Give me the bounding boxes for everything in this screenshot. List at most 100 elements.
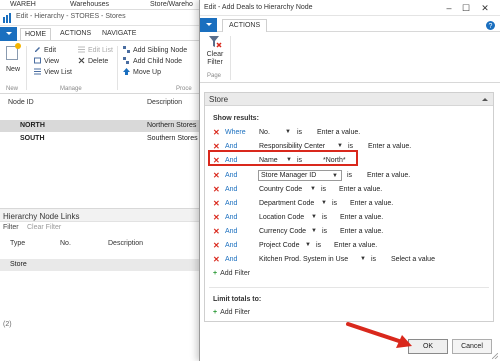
close-icon[interactable]: ✕ (478, 2, 492, 14)
add-sibling-node-button[interactable]: Add Sibling Node (123, 46, 187, 54)
filter-field[interactable]: Department Code (259, 200, 314, 207)
edit-list-button[interactable]: Edit List (78, 46, 113, 54)
filter-field[interactable]: Store Manager ID ▼ (258, 170, 342, 181)
add-sibling-icon (123, 46, 130, 53)
chevron-down-icon[interactable]: ▼ (311, 214, 317, 220)
filter-operator[interactable]: And (225, 228, 237, 235)
view-list-button[interactable]: View List (34, 68, 72, 76)
edit-icon (35, 47, 40, 52)
filter-operator[interactable]: And (225, 200, 237, 207)
list-row[interactable]: NORTH Northern Stores (0, 120, 200, 132)
plus-icon: + (213, 270, 218, 277)
filter-value[interactable]: Enter a value. (317, 129, 360, 136)
filter-field[interactable]: Project Code (259, 242, 299, 249)
minimize-button[interactable]: – (442, 2, 456, 14)
filter-field[interactable]: Kitchen Prod. System in Use (259, 256, 348, 263)
column-no[interactable]: No. (60, 240, 71, 247)
chevron-down-icon[interactable]: ▼ (305, 242, 311, 248)
tab-home[interactable]: HOME (20, 28, 51, 40)
column-description[interactable]: Description (108, 240, 143, 247)
filter-operator[interactable]: And (225, 214, 237, 221)
dialog-ribbon-tabs: ACTIONS ? (200, 18, 500, 32)
filter-value[interactable]: Enter a value. (350, 200, 393, 207)
filter-operator[interactable]: And (225, 186, 237, 193)
chevron-down-icon[interactable]: ▼ (285, 129, 291, 135)
filter-value[interactable]: Enter a value. (368, 143, 411, 150)
move-up-button[interactable]: Move Up (123, 68, 161, 76)
new-icon[interactable] (6, 43, 21, 60)
chevron-down-icon[interactable]: ▼ (321, 200, 327, 206)
resize-grip-icon[interactable] (492, 353, 498, 359)
filter-field[interactable]: Responsibility Center (259, 143, 325, 150)
filter-is: is (297, 129, 303, 136)
background-app-menu-button[interactable] (0, 27, 17, 41)
collapse-caret-icon[interactable] (482, 98, 488, 101)
filter-field[interactable]: No. (259, 129, 270, 136)
filter-operator[interactable]: And (225, 242, 237, 249)
remove-x-icon[interactable]: ✕ (213, 227, 221, 236)
background-ribbon: New New Edit View View List Edit List De… (0, 42, 200, 94)
clear-filter-button[interactable]: Clear Filter (204, 35, 226, 67)
group-new-label: New (6, 86, 19, 92)
remove-x-icon[interactable]: ✕ (213, 171, 221, 180)
filter-field[interactable]: Country Code (259, 186, 302, 193)
remove-x-icon[interactable]: ✕ (213, 128, 221, 137)
tab-actions[interactable]: ACTIONS (60, 30, 91, 37)
filter-operator[interactable]: And (225, 256, 237, 263)
logo-icon (3, 13, 11, 23)
filter-value[interactable]: Enter a value. (340, 228, 383, 235)
clear-filter-link[interactable]: Clear Filter (27, 224, 61, 231)
help-icon[interactable]: ? (486, 21, 495, 30)
tab-actions[interactable]: ACTIONS (222, 19, 268, 32)
delete-button[interactable]: Delete (78, 57, 108, 65)
filter-value[interactable]: Enter a value. (339, 186, 382, 193)
filter-operator[interactable]: Where (225, 129, 246, 136)
plus-icon: + (213, 309, 218, 316)
column-node-id[interactable]: Node ID (8, 99, 34, 106)
filter-row: ✕ And Location Code ▼ is Enter a value. (213, 213, 491, 224)
chevron-down-icon[interactable]: ▼ (311, 228, 317, 234)
ribbon-separator (230, 36, 231, 80)
chevron-down-icon[interactable]: ▼ (360, 256, 366, 262)
column-type[interactable]: Type (10, 240, 25, 247)
filter-operator[interactable]: And (225, 143, 237, 150)
add-filter-link[interactable]: + Add Filter (213, 270, 250, 277)
filter-operator[interactable]: And (225, 172, 237, 179)
filter-label[interactable]: Filter (3, 224, 19, 231)
view-button[interactable]: View (34, 57, 59, 65)
filter-field[interactable]: Location Code (259, 214, 304, 221)
filter-value[interactable]: Enter a value. (367, 172, 410, 179)
list-row[interactable]: SOUTH Southern Stores (0, 133, 200, 145)
filter-value[interactable]: Select a value (391, 256, 435, 263)
chevron-down-icon[interactable]: ▼ (332, 173, 338, 179)
chevron-down-icon[interactable]: ▼ (310, 186, 316, 192)
add-filter-label: Add Filter (220, 309, 251, 316)
ok-button[interactable]: OK (408, 339, 448, 354)
remove-x-icon[interactable]: ✕ (213, 185, 221, 194)
filter-value[interactable]: Enter a value. (334, 242, 377, 249)
add-filter-link[interactable]: + Add Filter (213, 309, 250, 316)
filter-field[interactable]: Currency Code (259, 228, 306, 235)
remove-x-icon[interactable]: ✕ (213, 255, 221, 264)
column-description[interactable]: Description (147, 99, 182, 106)
edit-button[interactable]: Edit (34, 46, 56, 54)
filter-value[interactable]: Enter a value. (340, 214, 383, 221)
add-child-node-button[interactable]: Add Child Node (123, 57, 182, 65)
table-row[interactable]: Store (0, 259, 200, 271)
limit-totals-label: Limit totals to: (213, 296, 262, 303)
cancel-button[interactable]: Cancel (452, 339, 492, 354)
filter-is: is (347, 172, 353, 179)
filter-is: is (322, 214, 328, 221)
dialog-menu-button[interactable] (200, 18, 217, 32)
remove-x-icon[interactable]: ✕ (213, 241, 221, 250)
maximize-button[interactable]: ☐ (459, 2, 473, 14)
panel-header[interactable]: Store (205, 93, 493, 106)
filter-field-text: Store Manager ID (261, 172, 317, 179)
new-button[interactable]: New (6, 66, 20, 73)
remove-x-icon[interactable]: ✕ (213, 213, 221, 222)
chevron-down-icon[interactable]: ▼ (337, 143, 343, 149)
group-process-label: Proce (176, 86, 192, 92)
tab-navigate[interactable]: NAVIGATE (102, 30, 136, 37)
remove-x-icon[interactable]: ✕ (213, 199, 221, 208)
highlight-box (208, 150, 358, 166)
